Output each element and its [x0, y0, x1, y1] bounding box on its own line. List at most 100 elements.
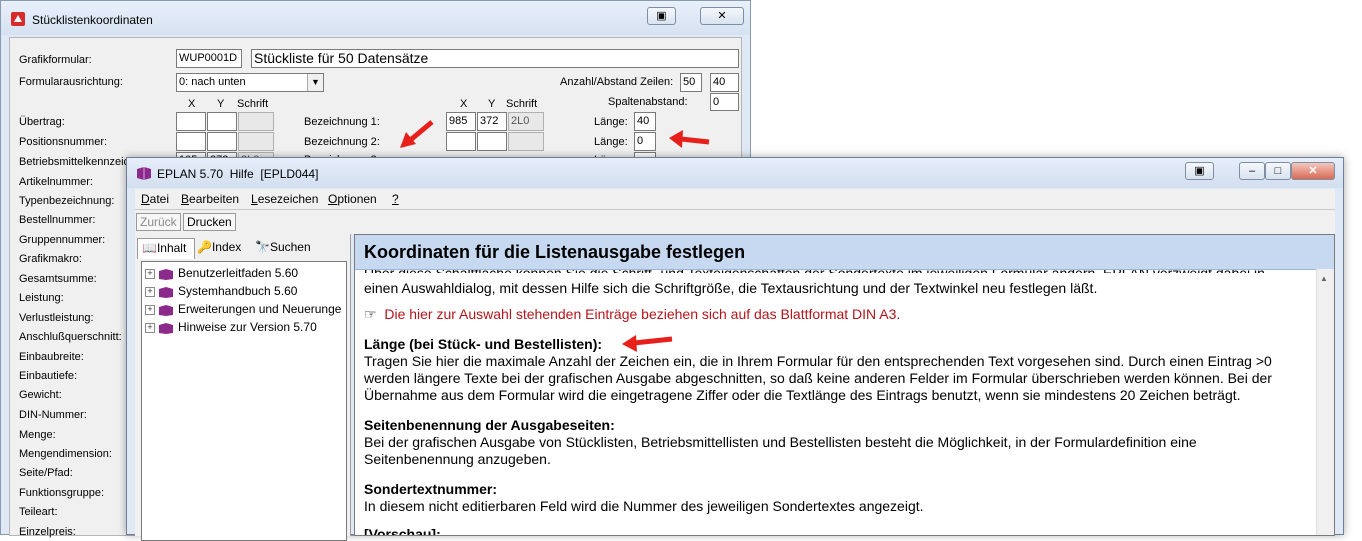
bez2-x[interactable] [446, 132, 476, 151]
spaltenabstand-field[interactable]: 0 [710, 93, 739, 111]
col-schrift-header: Schrift [237, 98, 269, 110]
uebertrag-x[interactable] [176, 112, 206, 131]
app-icon [11, 12, 25, 26]
content-heading: Koordinaten für die Listenausgabe festle… [364, 242, 746, 262]
book-icon [159, 322, 173, 334]
minimize-button[interactable]: – [1239, 162, 1265, 180]
field-label: Typenbezeichnung: [19, 195, 115, 207]
bez1-schrift[interactable]: 2L0 [508, 112, 544, 131]
tree-item-label: Hinweise zur Version 5.70 [178, 320, 317, 334]
field-label: Gesamtsumme: [19, 273, 97, 285]
red-arrow-icon [622, 335, 673, 352]
laenge1-field[interactable]: 40 [634, 112, 656, 131]
maximize-button[interactable]: □ [1265, 162, 1291, 180]
close-button[interactable]: ✕ [1291, 162, 1335, 180]
grafikformular-label: Grafikformular: [19, 54, 92, 66]
col-x-header: X [188, 98, 196, 110]
uebertrag-schrift[interactable] [238, 112, 274, 131]
field-label: Positionsnummer: [19, 136, 108, 148]
bezeichnung2-label: Bezeichnung 2: [304, 136, 380, 148]
anzahl-label: Anzahl/Abstand Zeilen: [560, 76, 674, 88]
tab-inhalt-label: Inhalt [156, 241, 187, 255]
tree-item[interactable]: + Benutzerleitfaden 5.60 [145, 266, 298, 284]
bez1-x[interactable]: 985 [446, 112, 476, 131]
field-label: DIN-Nummer: [19, 409, 87, 421]
expand-icon[interactable]: + [145, 268, 155, 279]
field-label: Einbaubreite: [19, 351, 84, 363]
formularausrichtung-select[interactable]: 0: nach unten ▼ [176, 73, 324, 92]
grafikformular-code-field[interactable]: WUP0001D [176, 49, 242, 68]
dialog-title-bar: Stücklistenkoordinaten ▣ ✕ [1, 1, 750, 35]
field-label: Mengendimension: [19, 448, 112, 460]
navigation-pane: 📖Inhalt 🔑Index 🔭Suchen + Benutzerleitfade… [135, 234, 351, 541]
field-label: Teileart: [19, 506, 58, 518]
tab-inhalt[interactable]: 📖Inhalt [137, 238, 195, 259]
restore-button[interactable]: ▣ [1185, 162, 1214, 180]
field-label: Seite/Pfad: [19, 467, 73, 479]
scroll-up-icon[interactable]: ▲ [1320, 274, 1328, 283]
field-label: Einzelpreis: [19, 526, 76, 538]
position-x[interactable] [176, 132, 206, 151]
uebertrag-y[interactable] [207, 112, 237, 131]
field-label: Anschlußquerschnitt: [19, 331, 122, 343]
bez2-schrift[interactable] [508, 132, 544, 151]
field-label: Funktionsgruppe: [19, 487, 104, 499]
field-label: Gruppennummer: [19, 234, 106, 246]
tree-item[interactable]: + Systemhandbuch 5.60 [145, 284, 297, 302]
binoculars-icon: 🔭 [255, 240, 270, 254]
bez2-y[interactable] [477, 132, 507, 151]
field-label: Bestellnummer: [19, 214, 96, 226]
section-laenge-title: Länge (bei Stück- und Bestellisten): [364, 336, 603, 352]
help-content: Über diese Schaltfläche können Sie die S… [354, 234, 1335, 536]
col-schrift-header-2: Schrift [506, 98, 538, 110]
position-schrift[interactable] [238, 132, 274, 151]
expand-icon[interactable]: + [145, 304, 155, 315]
dialog-title: Stücklistenkoordinaten [32, 13, 153, 27]
field-label: Artikelnummer: [19, 176, 93, 188]
menu-bar: Datei Bearbeiten Lesezeichen Optionen ? [135, 189, 1335, 209]
red-arrow-icon [669, 130, 710, 148]
help-book-icon [137, 167, 151, 180]
red-arrow-icon [400, 120, 434, 148]
note-line: ☞ Die hier zur Auswahl stehenden Einträg… [364, 306, 1304, 323]
expand-icon[interactable]: + [145, 286, 155, 297]
restore-button[interactable]: ▣ [647, 7, 676, 25]
content-heading-bar: Koordinaten für die Listenausgabe festle… [355, 235, 1334, 270]
menu-help[interactable]: ? [392, 192, 399, 206]
note-text: Die hier zur Auswahl stehenden Einträge … [384, 306, 901, 322]
menu-optionen[interactable]: Optionen [328, 192, 377, 206]
tree-item-label: Systemhandbuch 5.60 [178, 284, 298, 298]
position-y[interactable] [207, 132, 237, 151]
tree-item[interactable]: + Erweiterungen und Neuerunge [145, 302, 341, 320]
menu-lesezeichen[interactable]: Lesezeichen [251, 192, 318, 206]
grafikformular-desc-field[interactable]: Stückliste für 50 Datensätze [251, 49, 739, 68]
field-label: Gewicht: [19, 389, 62, 401]
field-label: Übertrag: [19, 116, 65, 128]
field-label: Leistung: [19, 292, 64, 304]
pointing-hand-icon: ☞ [364, 306, 377, 322]
tree-item[interactable]: + Hinweise zur Version 5.70 [145, 320, 317, 338]
menu-bearbeiten[interactable]: Bearbeiten [181, 192, 239, 206]
tab-index-label: Index [211, 240, 242, 254]
abstand-field[interactable]: 40 [710, 73, 739, 92]
vertical-scrollbar[interactable]: ▲ [1316, 269, 1334, 535]
bez1-y[interactable]: 372 [477, 112, 507, 131]
menu-datei[interactable]: Datei [141, 192, 169, 206]
section-sondertext-text: In diesem nicht editierbaren Feld wird d… [364, 498, 924, 514]
tab-index[interactable]: 🔑Index [197, 238, 251, 258]
print-button[interactable]: Drucken [183, 213, 236, 231]
chevron-down-icon[interactable]: ▼ [307, 74, 323, 91]
bezeichnung1-label: Bezeichnung 1: [304, 116, 380, 128]
laenge2-label: Länge: [594, 136, 628, 148]
expand-icon[interactable]: + [145, 322, 155, 333]
spaltenabstand-label: Spaltenabstand: [608, 96, 688, 108]
col-y-header: Y [217, 98, 225, 110]
contents-tree[interactable]: + Benutzerleitfaden 5.60 + Systemhandbuch … [141, 261, 347, 541]
section-seitenbenennung-text: Bei der grafischen Ausgabe von Stücklist… [364, 434, 1197, 467]
anzahl-field[interactable]: 50 [680, 73, 702, 92]
close-button[interactable]: ✕ [700, 7, 744, 25]
laenge2-field[interactable]: 0 [634, 132, 656, 151]
tab-suchen[interactable]: 🔭Suchen [255, 238, 325, 258]
back-button[interactable]: Zurück [136, 213, 181, 231]
laenge1-label: Länge: [594, 116, 628, 128]
